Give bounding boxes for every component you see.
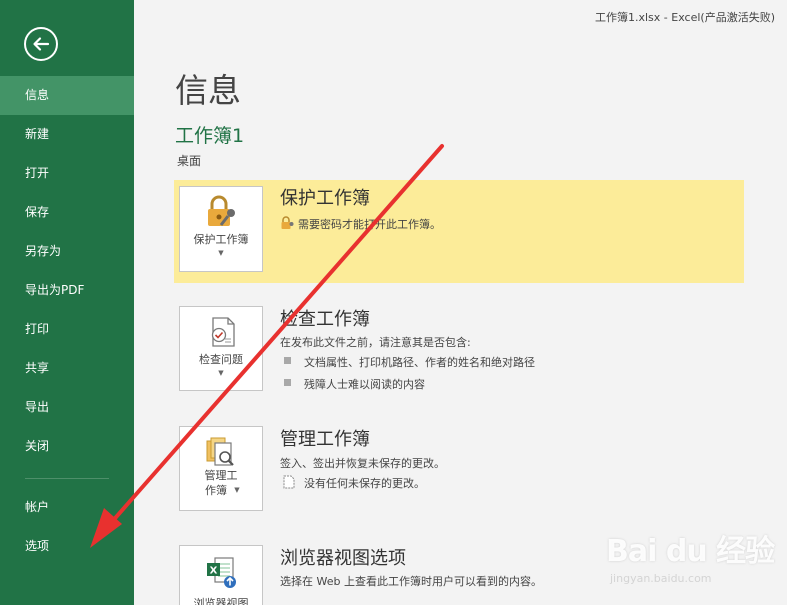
browser-view-label: 浏览器视图: [193, 597, 249, 605]
nav-share[interactable]: 共享: [0, 349, 134, 388]
protect-workbook-button[interactable]: 保护工作簿 ▼: [179, 186, 263, 272]
nav-info[interactable]: 信息: [0, 76, 134, 115]
protect-workbook-label: 保护工作簿: [193, 233, 249, 246]
manage-workbook-status: 没有任何未保存的更改。: [304, 477, 425, 490]
watermark-text: Bai du 经验: [606, 534, 775, 569]
nav-export-pdf[interactable]: 导出为PDF: [0, 271, 134, 310]
nav-close[interactable]: 关闭: [0, 427, 134, 466]
dropdown-arrow-icon: ▼: [218, 249, 224, 257]
dropdown-arrow-icon: ▼: [218, 369, 224, 377]
page-title: 信息: [175, 71, 241, 110]
inspect-item-accessibility: 残障人士难以阅读的内容: [304, 378, 425, 391]
manage-workbook-section: 管理工 作簿 ▼ 管理工作簿 签入、签出并恢复未保存的更改。 没有任何未保存的更…: [174, 421, 744, 524]
nav-account[interactable]: 帐户: [0, 488, 134, 527]
browser-view-desc: 选择在 Web 上查看此工作簿时用户可以看到的内容。: [280, 575, 542, 588]
nav-save[interactable]: 保存: [0, 193, 134, 232]
back-button[interactable]: [24, 27, 58, 61]
nav-new[interactable]: 新建: [0, 115, 134, 154]
window-title: 工作簿1.xlsx - Excel(产品激活失败): [595, 11, 775, 24]
inspect-workbook-desc: 在发布此文件之前，请注意其是否包含:: [280, 336, 471, 349]
check-issues-label: 检查问题: [199, 353, 243, 366]
nav-save-as[interactable]: 另存为: [0, 232, 134, 271]
dropdown-arrow-icon: ▼: [234, 486, 240, 494]
manage-workbook-heading: 管理工作簿: [280, 429, 370, 450]
bullet-icon: [284, 357, 291, 364]
manage-workbook-label-1: 管理工: [204, 469, 238, 482]
inspect-item-properties: 文档属性、打印机路径、作者的姓名和绝对路径: [304, 356, 535, 369]
backstage-sidebar: 信息 新建 打开 保存 另存为 导出为PDF 打印 共享 导出 关闭 帐户 选项: [0, 0, 134, 605]
manage-versions-icon: [206, 437, 234, 466]
inspect-workbook-heading: 检查工作簿: [280, 309, 370, 330]
nav-open[interactable]: 打开: [0, 154, 134, 193]
inspect-workbook-section: 检查问题 ▼ 检查工作簿 在发布此文件之前，请注意其是否包含: 文档属性、打印机…: [174, 301, 744, 404]
nav-options[interactable]: 选项: [0, 527, 134, 566]
document-name: 工作簿1: [175, 125, 245, 147]
manage-workbook-desc: 签入、签出并恢复未保存的更改。: [280, 457, 445, 470]
baidu-watermark: Bai du 经验 jingyan.baidu.com: [606, 526, 776, 596]
protect-workbook-heading: 保护工作簿: [280, 188, 370, 209]
inspect-document-icon: [211, 317, 235, 347]
protect-workbook-section: 保护工作簿 ▼ 保护工作簿 需要密码才能打开此工作簿。: [174, 180, 744, 283]
excel-web-icon: X: [207, 557, 236, 588]
check-issues-button[interactable]: 检查问题 ▼: [179, 306, 263, 391]
browser-view-heading: 浏览器视图选项: [280, 548, 406, 569]
svg-text:X: X: [210, 566, 218, 577]
bullet-icon: [284, 379, 291, 386]
nav-print[interactable]: 打印: [0, 310, 134, 349]
manage-workbook-button[interactable]: 管理工 作簿 ▼: [179, 426, 263, 511]
lock-key-icon: [208, 195, 235, 226]
browser-view-button[interactable]: X 浏览器视图: [179, 545, 263, 605]
document-location: 桌面: [177, 154, 202, 168]
protect-workbook-desc: 需要密码才能打开此工作簿。: [298, 218, 441, 231]
nav-export[interactable]: 导出: [0, 388, 134, 427]
watermark-url: jingyan.baidu.com: [610, 572, 712, 585]
sidebar-divider: [25, 478, 109, 479]
small-lock-icon: [281, 216, 294, 229]
back-arrow-icon: [33, 37, 50, 51]
document-icon: [283, 475, 295, 489]
